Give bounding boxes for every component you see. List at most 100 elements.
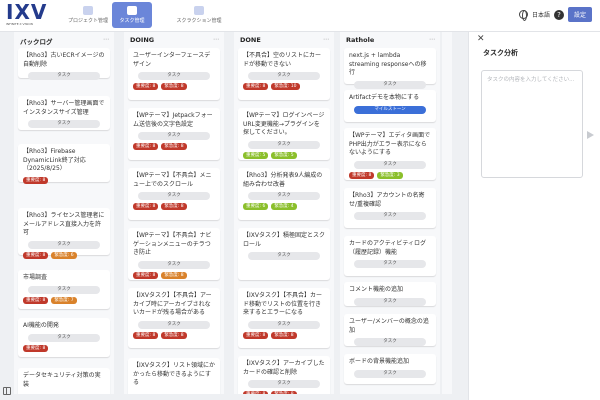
task-icon	[127, 6, 137, 15]
card-title: ユーザーインターフェースデザイン	[133, 52, 211, 68]
task-card[interactable]: 【Rho3】アカウントの名寄せ/重複確認 タスク	[344, 188, 436, 228]
task-card[interactable]: AI機能の開発タスク重要度: 8	[18, 318, 110, 357]
help-icon[interactable]: ?	[553, 9, 564, 20]
task-card[interactable]: 【Rho3】ライセンス管理者にメールアドレス直接入力を許可 タスク 重要度: 8 緊急…	[18, 208, 110, 259]
task-card[interactable]: 【Rho3】古いECRイメージの自動削除タスク	[18, 48, 110, 80]
list-column: バックログ ⋯ 【Rho3】古いECRイメージの自動削除 タスク 【Rho3】サーバー管…	[14, 32, 114, 394]
priority-badge: 緊急度: 7	[51, 296, 77, 304]
list-column: DONE ⋯ 【不具合】空のリストにカードが移動できない タスク 重要度: 8 緊急度: …	[234, 32, 334, 394]
close-icon[interactable]: ✕	[477, 34, 485, 44]
card-title: 【Rho3】ライセンス管理者にメールアドレス直接入力を許可	[23, 212, 105, 236]
task-type-tag: タスク	[248, 140, 320, 149]
task-card[interactable]: ユーザーインターフェースデザイン タスク 重要度: 8 緊急度: 8	[128, 48, 220, 100]
globe-icon[interactable]	[518, 10, 528, 21]
task-card[interactable]: 【Rho3】Firebase DynamicLink終了対応（2025/8/25…	[18, 144, 110, 184]
priority-badges: 重要度: 8緊急度: 8	[133, 271, 215, 279]
task-type-tag: タスク	[138, 260, 210, 269]
task-type-tag: タスク	[248, 380, 320, 388]
task-card[interactable]: データセキュリティ対策の実装	[18, 368, 110, 394]
card-title: カードのアクティビティログ（履歴記録）機能	[349, 240, 426, 256]
settings-button[interactable]: 設定	[567, 7, 592, 22]
priority-badge: 重要度: 8	[349, 171, 375, 179]
task-type-tag: タスク	[354, 297, 426, 306]
task-input[interactable]: タスクの内容を入力してください...	[481, 70, 583, 178]
task-card[interactable]: 【WPテーマ】エディタ画面でPHP出力がエラー表示にならないようにするタスク重要…	[344, 128, 436, 180]
priority-badge: 緊急度: 8	[161, 331, 187, 339]
priority-badges: 重要度: 8 緊急度: 3	[349, 171, 431, 179]
priority-badges: 重要度: 8	[23, 344, 105, 352]
priority-badge: 緊急度: 10	[271, 83, 300, 90]
priority-badges: 重要度: 6 緊急度: 4	[243, 203, 325, 210]
task-card[interactable]: 【Rho3】サーバー管理画面でインスタンスサイズ管理タスク	[18, 96, 110, 130]
task-type-tag: タスク	[28, 333, 100, 342]
task-card[interactable]: 【WPテーマ】ログインページURL変更機能→プラグインを探してください。 タスク重…	[238, 108, 330, 160]
task-card[interactable]: Artifactデモを本物にする マイルストーン	[344, 90, 436, 122]
card-title: 【IXVタスク】アーカイブしたカードの確認と削除	[243, 360, 325, 376]
priority-badges: 重要度: 8緊急度: 8	[243, 331, 325, 339]
task-card[interactable]: コメント機能の追加タスク	[344, 282, 436, 306]
priority-badges: 重要度: 8緊急度: 8	[133, 203, 215, 210]
task-type-tag: タスク	[28, 72, 100, 80]
card-title: 【Rho3】古いECRイメージの自動削除	[23, 52, 105, 68]
priority-badge: 重要度: 8	[133, 143, 159, 150]
priority-badges: 重要度: 8	[23, 176, 105, 184]
task-card[interactable]: 【不具合】空のリストにカードが移動できない タスク 重要度: 8 緊急度: 10	[238, 48, 330, 100]
priority-badges: 重要度: 8緊急度: 8	[243, 391, 325, 394]
priority-badge: 重要度: 8	[23, 251, 49, 259]
card-title: next.js + lambda streaming responseへの移行	[349, 52, 427, 76]
send-icon[interactable]	[587, 131, 594, 139]
ixv-logo[interactable]: IXV INFINITE X VISION	[6, 2, 48, 28]
sidebar-toggle-icon[interactable]	[3, 387, 11, 395]
task-type-tag: タスク	[354, 160, 426, 169]
task-card[interactable]: 【IXVタスク】【不具合】カード移動でリストの位置を行き来するとエラーになる タス…	[238, 288, 330, 348]
card-title: 【WPテーマ】【不具合】メニュー上でのスクロール	[133, 172, 212, 188]
task-card[interactable]: 【IXVタスク】【不具合】アーカイブ時にアーカイブされないカードが残る場合がある…	[128, 288, 220, 348]
priority-badge: 重要度: 8	[243, 391, 269, 394]
task-card[interactable]: 【WPテーマ】【不具合】ナビゲーションメニューのチラつき防止タスク重要度: 8緊…	[128, 228, 220, 280]
tab-label: プロジェクト管理	[68, 18, 109, 24]
priority-badge: 緊急度: 8	[161, 83, 187, 90]
task-card[interactable]: 【WPテーマ】Jetpackフォーム送信後の文字色設定 タスク 重要度: 8 緊急度:…	[128, 108, 220, 160]
column-title: Rathole	[346, 36, 375, 44]
task-card[interactable]: ボードの背景機能追加 タスク	[344, 354, 436, 384]
app-header: IXV INFINITE X VISION プロジェクト管理 タスク管理 スクラ…	[0, 0, 600, 32]
task-type-tag: タスク	[354, 338, 426, 346]
card-title: 【Rho3】サーバー管理画面でインスタンスサイズ管理	[23, 100, 105, 116]
priority-badge: 緊急度: 8	[161, 271, 187, 279]
tab-scraction-management[interactable]: スクラクション管理	[156, 2, 242, 28]
header-actions: 日本語 ? 設定	[518, 7, 592, 22]
priority-badges: 重要度: 5 緊急度: 5	[243, 151, 325, 159]
task-card[interactable]: 【Rho3】分析発表9人編成の組み合わせ改善 タスク 重要度: 6 緊急度: 4	[238, 168, 330, 220]
task-type-tag: タスク	[28, 285, 100, 294]
card-title: 【WPテーマ】エディタ画面でPHP出力がエラー表示にならないようにする	[349, 132, 431, 156]
milestone-tag: マイルストーン	[354, 105, 426, 114]
priority-badge: 重要度: 8	[243, 331, 269, 339]
tab-task-management[interactable]: タスク管理	[112, 2, 152, 28]
column-menu-icon[interactable]: ⋯	[429, 36, 435, 43]
task-type-tag: タスク	[28, 120, 100, 128]
card-title: 【WPテーマ】【不具合】ナビゲーションメニューのチラつき防止	[133, 232, 212, 256]
column-menu-icon[interactable]: ⋯	[103, 36, 109, 43]
next-list-edge[interactable]	[442, 32, 452, 394]
task-card[interactable]: next.js + lambda streaming responseへの移行タ…	[344, 48, 436, 89]
task-card[interactable]: 【WPテーマ】【不具合】メニュー上でのスクロール タスク 重要度: 8 緊急度: 8	[128, 168, 220, 220]
column-menu-icon[interactable]: ⋯	[213, 36, 219, 43]
task-card[interactable]: ユーザー/メンバーの概念の追加 タスク	[344, 314, 436, 346]
tab-project-management[interactable]: プロジェクト管理	[68, 2, 108, 28]
task-card[interactable]: カードのアクティビティログ（履歴記録）機能 タスク	[344, 236, 436, 276]
task-type-tag: タスク	[354, 212, 426, 220]
task-card[interactable]: 【IXVタスク】リスト領域にかかったら移動できるようにする	[128, 358, 220, 394]
language-selector[interactable]: 日本語	[532, 10, 550, 19]
priority-badge: 緊急度: 5	[271, 151, 297, 159]
priority-badge: 緊急度: 8	[161, 143, 187, 150]
column-menu-icon[interactable]: ⋯	[323, 36, 329, 43]
task-type-tag: タスク	[138, 132, 210, 140]
card-title: AI機能の開発	[23, 322, 59, 329]
task-card[interactable]: 市場調査 タスク 重要度: 8 緊急度: 7	[18, 270, 110, 309]
card-title: コメント機能の追加	[349, 286, 404, 293]
scraction-icon	[194, 6, 204, 15]
priority-badge: 重要度: 6	[243, 203, 269, 210]
task-card[interactable]: 【IXVタスク】アーカイブしたカードの確認と削除タスク重要度: 8緊急度: 8	[238, 356, 330, 394]
task-card[interactable]: 【IXVタスク】積極固定とスクロール タスク	[238, 228, 330, 280]
priority-badge: 重要度: 8	[133, 83, 159, 90]
